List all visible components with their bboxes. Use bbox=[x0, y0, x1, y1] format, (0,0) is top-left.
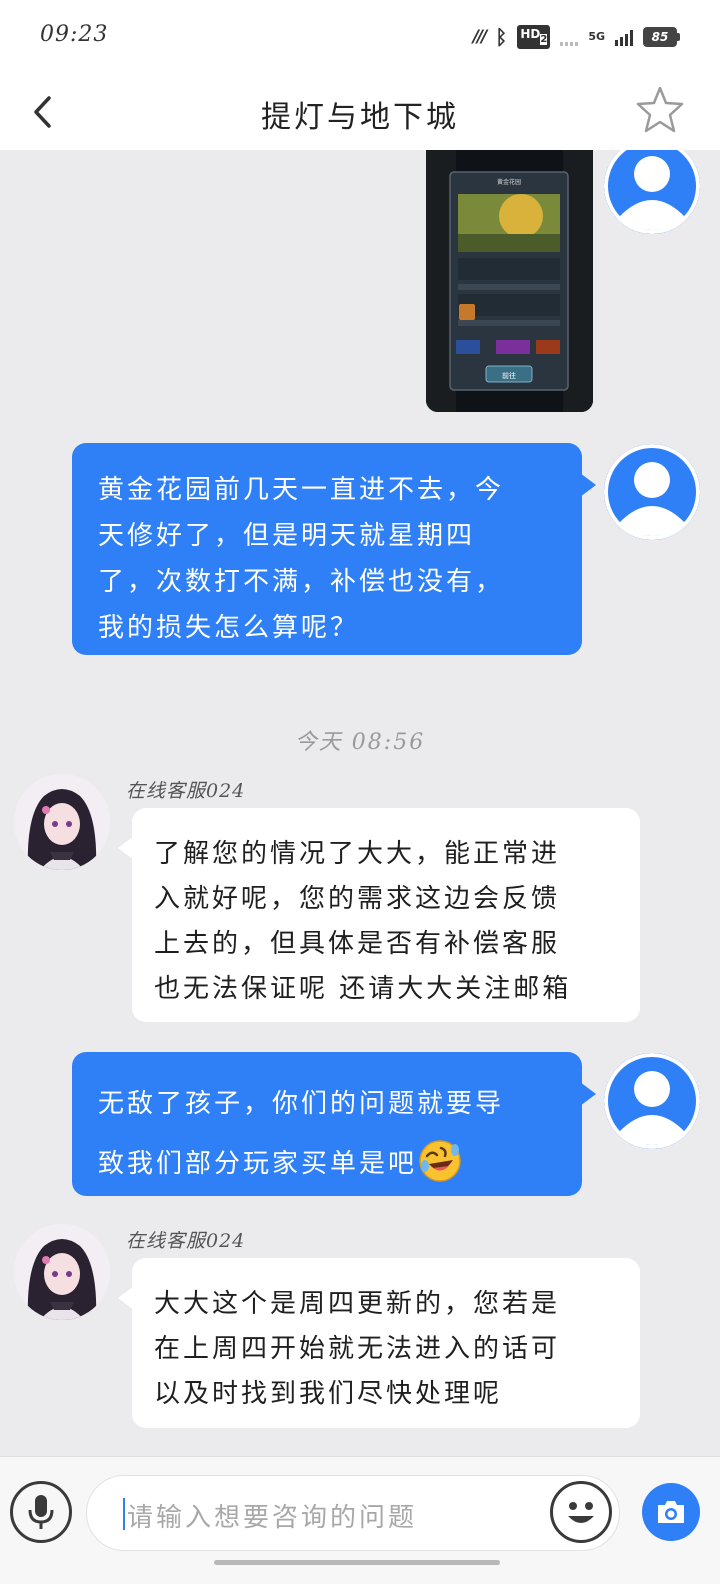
message-input[interactable]: 请输入想要咨询的问题 bbox=[86, 1475, 620, 1551]
cell-signal-icon bbox=[615, 28, 633, 46]
nfc-icon: /// bbox=[472, 27, 488, 47]
default-user-icon bbox=[604, 444, 700, 540]
default-user-icon bbox=[604, 1053, 700, 1149]
emoji-button[interactable] bbox=[550, 1481, 612, 1543]
status-bar: 09:23 /// ᛒ HD2 5G 85 bbox=[0, 0, 720, 74]
user-avatar[interactable] bbox=[604, 1053, 700, 1149]
voice-input-button[interactable] bbox=[10, 1481, 72, 1543]
message-text-line-with-emoji: 致我们部分玩家买单是吧 bbox=[98, 1134, 582, 1194]
anime-girl-avatar-icon bbox=[14, 774, 110, 870]
battery-icon: 85 bbox=[643, 27, 680, 47]
game-screenshot-image[interactable]: 黄金花园 前往 bbox=[426, 150, 593, 412]
bluetooth-icon: ᛒ bbox=[495, 25, 508, 49]
anime-girl-avatar-icon bbox=[14, 1224, 110, 1320]
microphone-icon bbox=[28, 1495, 54, 1529]
svg-text:前往: 前往 bbox=[502, 371, 516, 380]
status-icons: /// ᛒ HD2 5G 85 bbox=[473, 24, 680, 50]
agent-avatar[interactable] bbox=[14, 774, 110, 870]
user-avatar[interactable] bbox=[604, 150, 700, 234]
status-time: 09:23 bbox=[40, 22, 109, 47]
agent-avatar[interactable] bbox=[14, 1224, 110, 1320]
rolling-laughing-emoji-icon bbox=[419, 1140, 461, 1182]
default-user-icon bbox=[604, 150, 700, 234]
smiley-icon bbox=[568, 1502, 594, 1523]
wifi-signal-icon bbox=[560, 28, 579, 46]
svg-text:黄金花园: 黄金花园 bbox=[497, 178, 521, 186]
message-text: 大大这个是周四更新的，您若是 在上周四开始就无法进入的话可 以及时找到我们尽快处… bbox=[154, 1289, 561, 1409]
screenshot-content: 黄金花园 前往 bbox=[426, 150, 593, 412]
message-input-placeholder: 请输入想要咨询的问题 bbox=[127, 1503, 418, 1533]
message-bubble-incoming[interactable]: 大大这个是周四更新的，您若是 在上周四开始就无法进入的话可 以及时找到我们尽快处… bbox=[118, 1258, 640, 1428]
chat-header: 提灯与地下城 bbox=[0, 74, 720, 150]
network-type-label: 5G bbox=[588, 30, 605, 43]
message-text-line: 无敌了孩子，你们的问题就要导 bbox=[98, 1089, 505, 1119]
text-caret bbox=[123, 1498, 125, 1530]
battery-level: 85 bbox=[643, 27, 677, 47]
message-bubble-outgoing[interactable]: 黄金花园前几天一直进不去，今 天修好了，但是明天就星期四 了，次数打不满，补偿也… bbox=[72, 443, 596, 655]
message-timestamp: 今天 08:56 bbox=[294, 730, 426, 755]
user-avatar[interactable] bbox=[604, 444, 700, 540]
page-title: 提灯与地下城 bbox=[261, 100, 459, 135]
sender-name: 在线客服024 bbox=[126, 1230, 246, 1252]
camera-button[interactable] bbox=[642, 1483, 700, 1541]
home-indicator[interactable] bbox=[214, 1560, 500, 1565]
sender-name: 在线客服024 bbox=[126, 780, 246, 802]
hd-voice-icon: HD2 bbox=[517, 25, 551, 49]
camera-icon bbox=[658, 1501, 684, 1523]
message-text: 了解您的情况了大大，能正常进 入就好呢，您的需求这边会反馈 上去的，但具体是否有… bbox=[154, 839, 572, 1004]
favorite-button[interactable] bbox=[632, 82, 688, 138]
star-outline-icon bbox=[636, 86, 684, 133]
message-text: 黄金花园前几天一直进不去，今 天修好了，但是明天就星期四 了，次数打不满，补偿也… bbox=[98, 475, 505, 643]
message-bubble-outgoing[interactable]: 无敌了孩子，你们的问题就要导 致我们部分玩家买单是吧 bbox=[72, 1052, 596, 1196]
chat-message-list[interactable]: 黄金花园 前往 黄金花园前几天一直进不去，今 天修好了，但是明天就星期四 了，次… bbox=[0, 150, 720, 1456]
message-bubble-incoming[interactable]: 了解您的情况了大大，能正常进 入就好呢，您的需求这边会反馈 上去的，但具体是否有… bbox=[118, 808, 640, 1022]
